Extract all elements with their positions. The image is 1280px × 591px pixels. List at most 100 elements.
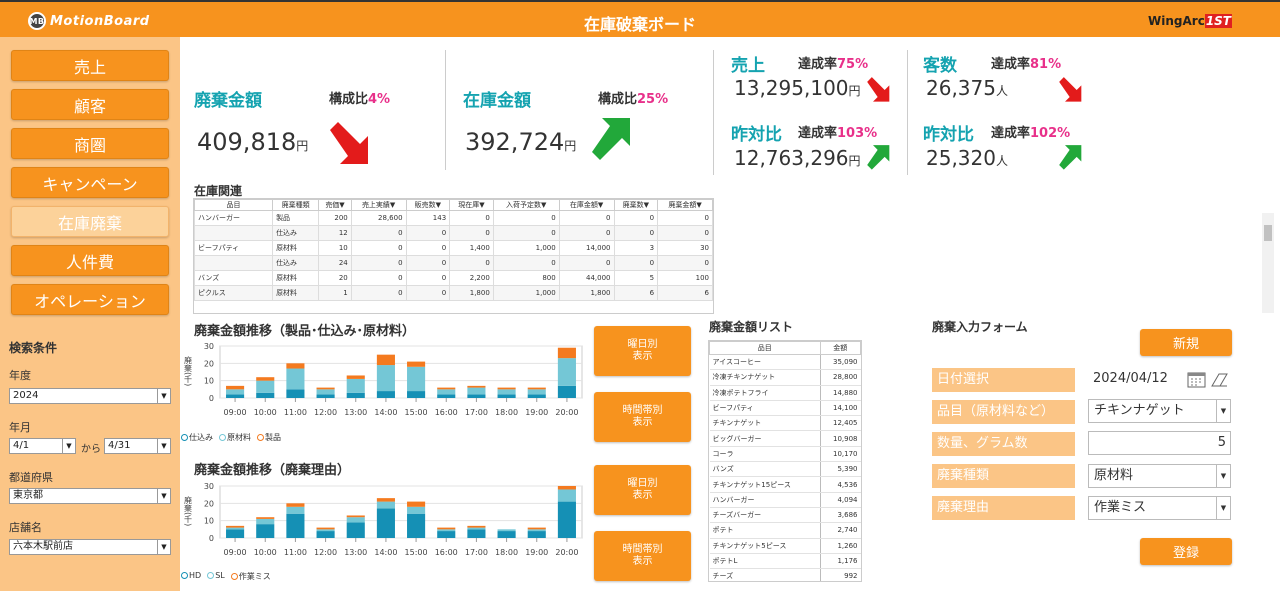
waste-type-select[interactable]: 原材料 ▼ <box>1088 464 1231 488</box>
calendar-icon[interactable] <box>1187 370 1207 388</box>
quantity-field[interactable]: 5 <box>1088 431 1231 455</box>
inventory-col-9[interactable]: 廃棄金額▼ <box>657 199 713 211</box>
list-item[interactable]: アイスコーヒー 35,090 <box>709 354 861 371</box>
inventory-col-1[interactable]: 廃棄種類 <box>272 199 320 211</box>
sidebar-item-trade-area[interactable]: 商圏 <box>11 128 169 159</box>
store-select[interactable]: 六本木駅前店 ▼ <box>9 539 171 555</box>
scrollbar[interactable] <box>1262 213 1274 313</box>
weekday-view-button[interactable]: 曜日別 表示 <box>594 465 691 515</box>
customers-yoy-number: 25,320 <box>926 146 996 170</box>
list-item[interactable]: ハンバーガー 4,094 <box>709 492 861 508</box>
timezone-view-button[interactable]: 時間帯別 表示 <box>594 531 691 581</box>
loss-list-col-item[interactable]: 品目 <box>709 341 821 355</box>
list-item[interactable]: ビッグバーガー 10,908 <box>709 430 861 447</box>
bar-製品 <box>256 377 275 381</box>
bar-原材料 <box>346 378 365 393</box>
table-row[interactable]: 仕込み 24 0 0 0 0 0 0 0 <box>194 255 713 271</box>
x-tick-label: 14:00 <box>374 548 397 557</box>
table-row[interactable]: ビーフパティ 原材料 10 0 0 1,400 1,000 14,000 3 30 <box>194 240 713 256</box>
customers-label: 客数 <box>923 56 957 76</box>
loss-item-name: 冷凍ポテトフライ <box>709 385 821 401</box>
sidebar-item-inventory-waste[interactable]: 在庫廃棄 <box>11 206 169 237</box>
table-row[interactable]: ハンバーガー 製品 200 28,600 143 0 0 0 0 0 <box>194 210 713 226</box>
bar-仕込み <box>286 389 305 398</box>
list-item[interactable]: 冷凍チキンナゲット 28,800 <box>709 369 861 386</box>
eraser-icon[interactable] <box>1209 371 1229 387</box>
timezone-view-button[interactable]: 時間帯別 表示 <box>594 392 691 442</box>
year-select[interactable]: 2024 ▼ <box>9 388 171 404</box>
table-cell: 1,800 <box>449 285 494 301</box>
sales-yoy-rate-value: 103% <box>837 126 878 141</box>
list-item[interactable]: ビーフパティ 14,100 <box>709 400 861 417</box>
list-item[interactable]: チーズバーガー 3,686 <box>709 507 861 524</box>
y-tick-label: 0 <box>209 394 214 403</box>
sales-yoy-rate-label: 達成率 <box>798 126 838 141</box>
list-item[interactable]: チキンナゲット15ピース 4,536 <box>709 476 861 493</box>
bar-作業ミス <box>286 503 305 507</box>
chevron-down-icon[interactable]: ▼ <box>62 439 75 453</box>
month-to-select[interactable]: 4/31 ▼ <box>104 438 171 454</box>
list-item[interactable]: ポテト 2,740 <box>709 522 861 539</box>
list-item[interactable]: チキンナゲット5ピース 1,260 <box>709 538 861 554</box>
inventory-col-7[interactable]: 在庫金額▼ <box>558 199 615 211</box>
list-item[interactable]: チーズ 992 <box>709 568 861 581</box>
loss-list-table[interactable]: 品目 金額 アイスコーヒー 35,090 冷凍チキンナゲット 28,800 冷凍ポテトフラ… <box>708 340 862 582</box>
table-cell: 0 <box>350 285 407 301</box>
scrollbar-thumb[interactable] <box>1264 225 1272 241</box>
list-item[interactable]: バンズ 5,390 <box>709 461 861 478</box>
table-row[interactable]: 仕込み 12 0 0 0 0 0 0 0 <box>194 225 713 241</box>
date-field[interactable]: 2024/04/12 <box>1088 368 1231 392</box>
list-item[interactable]: コーラ 10,170 <box>709 446 861 463</box>
inventory-col-4[interactable]: 販売数▼ <box>405 199 451 211</box>
sales-label: 売上 <box>731 56 765 76</box>
loss-item-name: ビーフパティ <box>709 400 821 417</box>
loss-item-name: チキンナゲット <box>709 415 821 432</box>
chevron-down-icon[interactable]: ▼ <box>157 540 170 554</box>
sidebar-item-labor-cost[interactable]: 人件費 <box>11 245 169 276</box>
new-button[interactable]: 新規 <box>1140 329 1232 356</box>
kpi-divider <box>445 50 446 170</box>
chevron-down-icon[interactable]: ▼ <box>1216 465 1230 487</box>
table-cell: 仕込み <box>272 255 320 271</box>
waste-reason-select[interactable]: 作業ミス ▼ <box>1088 496 1231 520</box>
table-row[interactable]: ピクルス 原材料 1 0 0 1,800 1,000 1,800 6 6 <box>194 285 713 301</box>
inventory-table[interactable]: 品目 廃棄種類 売価▼ 売上実績▼ 販売数▼ 現在庫▼ 入荷予定数▼ 在庫金額▼ 廃棄数▼ 廃棄金… <box>193 198 714 314</box>
chart-title-waste-by-category: 廃棄金額推移（製品･仕込み･原材料） <box>194 324 416 339</box>
stock-amount-number: 392,724 <box>465 128 565 156</box>
loss-list-col-amount[interactable]: 金額 <box>819 341 861 355</box>
table-row[interactable]: バンズ 原材料 20 0 0 2,200 800 44,000 5 100 <box>194 270 713 286</box>
chevron-down-icon[interactable]: ▼ <box>157 489 170 503</box>
month-from-value: 4/1 <box>13 440 30 451</box>
legend-item: SL <box>207 571 225 582</box>
chevron-down-icon[interactable]: ▼ <box>157 389 170 403</box>
inventory-col-3[interactable]: 売上実績▼ <box>350 199 407 211</box>
register-button[interactable]: 登録 <box>1140 538 1232 565</box>
inventory-col-6[interactable]: 入荷予定数▼ <box>492 199 560 211</box>
sidebar-item-operation[interactable]: オペレーション <box>11 284 169 315</box>
y-axis-label: 廃棄(千) <box>184 495 193 526</box>
chevron-down-icon[interactable]: ▼ <box>1216 497 1230 519</box>
sales-yoy-rate: 達成率103% <box>798 122 877 141</box>
inventory-col-8[interactable]: 廃棄数▼ <box>613 199 659 211</box>
list-item[interactable]: チキンナゲット 12,405 <box>709 415 861 432</box>
bar-SL <box>557 489 576 502</box>
y-tick-label: 10 <box>204 517 214 526</box>
weekday-view-button[interactable]: 曜日別 表示 <box>594 326 691 376</box>
sidebar-item-customers[interactable]: 顧客 <box>11 89 169 120</box>
chevron-down-icon[interactable]: ▼ <box>157 439 170 453</box>
inventory-col-5[interactable]: 現在庫▼ <box>449 199 494 211</box>
month-from-select[interactable]: 4/1 ▼ <box>9 438 76 454</box>
bar-HD <box>497 531 516 538</box>
loss-item-name: ポテト <box>709 522 821 539</box>
inventory-col-2[interactable]: 売価▼ <box>318 199 352 211</box>
list-item[interactable]: ポテトL 1,176 <box>709 553 861 570</box>
item-select[interactable]: チキンナゲット ▼ <box>1088 399 1231 423</box>
sidebar-item-sales[interactable]: 売上 <box>11 50 169 81</box>
month-label: 年月 <box>9 421 31 434</box>
list-item[interactable]: 冷凍ポテトフライ 14,880 <box>709 385 861 401</box>
prefecture-select[interactable]: 東京都 ▼ <box>9 488 171 504</box>
table-cell: 0 <box>405 240 451 256</box>
sidebar-item-campaign[interactable]: キャンペーン <box>11 167 169 198</box>
chevron-down-icon[interactable]: ▼ <box>1216 400 1230 422</box>
inventory-col-0[interactable]: 品目 <box>194 199 274 211</box>
